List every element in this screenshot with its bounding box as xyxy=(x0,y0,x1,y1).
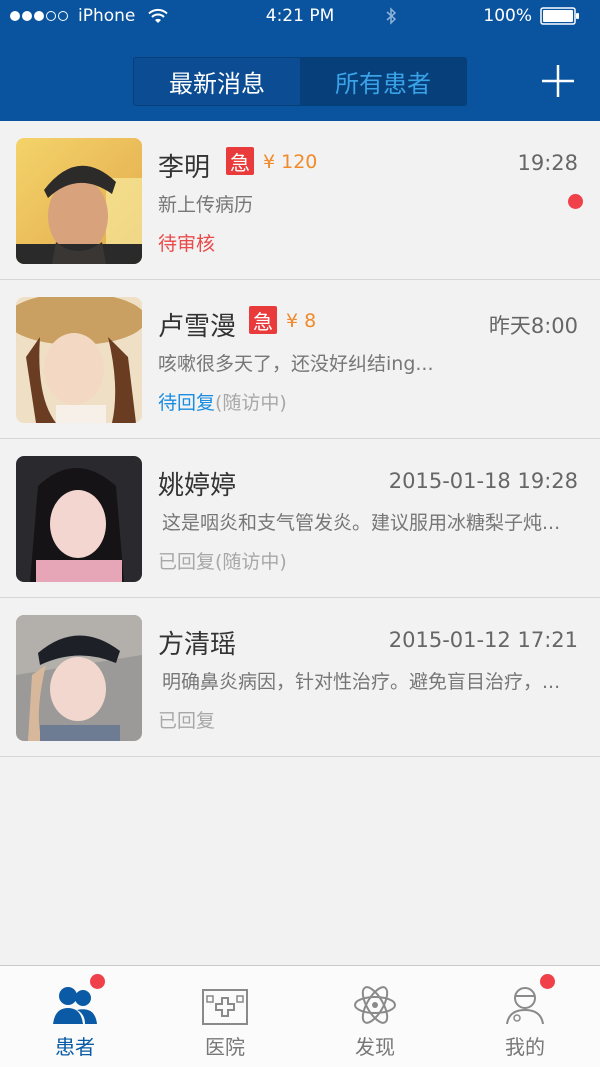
message-preview: 明确鼻炎病因，针对性治疗。避免盲目治疗，... xyxy=(162,671,561,693)
tab-discover[interactable]: 发现 xyxy=(300,966,450,1067)
status-bar: iPhone 4:21 PM 100% xyxy=(0,0,600,34)
tab-bar: 患者 医院 发现 我的 xyxy=(0,965,600,1067)
status-right: 100% xyxy=(483,6,580,26)
consult-price: ¥ 120 xyxy=(263,151,318,173)
message-preview: 这是咽炎和支气管发炎。建议服用冰糖梨子炖... xyxy=(162,512,561,534)
tab-hospital[interactable]: 医院 xyxy=(150,966,300,1067)
message-time: 2015-01-18 19:28 xyxy=(388,469,578,493)
patient-name: 方清瑶 xyxy=(158,630,237,660)
avatar xyxy=(16,456,142,582)
status-extra: (随访中) xyxy=(215,392,287,414)
notification-badge xyxy=(90,974,105,989)
bluetooth-icon xyxy=(386,7,397,25)
battery-icon xyxy=(540,7,579,25)
header: iPhone 4:21 PM 100% 最新消息 所有患者 xyxy=(0,0,600,121)
message-preview: 咳嗽很多天了，还没好纠结ing... xyxy=(158,353,434,375)
status-label: 待回复(随访中) xyxy=(158,388,287,415)
message-preview: 新上传病历 xyxy=(158,194,254,216)
status-label: 已回复 xyxy=(158,710,216,732)
status-pending: 待回复 xyxy=(158,392,216,414)
status-label: 待审核 xyxy=(158,233,216,255)
plus-icon[interactable] xyxy=(540,63,576,99)
notification-badge xyxy=(540,974,555,989)
message-time: 19:28 xyxy=(517,151,578,175)
avatar xyxy=(16,297,142,423)
tab-label: 患者 xyxy=(55,1035,95,1059)
avatar xyxy=(16,138,142,264)
tab-mine[interactable]: 我的 xyxy=(450,966,600,1067)
patient-name: 卢雪漫 xyxy=(158,312,237,342)
tab-latest-messages[interactable]: 最新消息 xyxy=(134,58,300,105)
tab-label: 发现 xyxy=(355,1035,395,1059)
patients-icon xyxy=(53,987,97,1024)
consult-price: ¥ 8 xyxy=(286,310,317,332)
tab-label: 我的 xyxy=(505,1035,545,1059)
patient-list: 李明 急 ¥ 120 19:28 新上传病历 待审核 卢雪漫 急 ¥ 8 昨天8… xyxy=(0,121,600,757)
segmented-control: 最新消息 所有患者 xyxy=(133,57,467,106)
hospital-icon xyxy=(202,989,248,1025)
unread-dot-icon xyxy=(568,194,583,209)
patient-name: 姚婷婷 xyxy=(158,471,237,501)
battery-percent: 100% xyxy=(483,6,532,26)
atom-icon xyxy=(354,986,396,1024)
message-time: 昨天8:00 xyxy=(488,314,578,338)
message-time: 2015-01-12 17:21 xyxy=(388,628,578,652)
list-item[interactable]: 卢雪漫 急 ¥ 8 昨天8:00 咳嗽很多天了，还没好纠结ing... 待回复(… xyxy=(0,280,600,439)
tab-all-patients[interactable]: 所有患者 xyxy=(300,58,466,105)
urgent-badge: 急 xyxy=(226,147,254,175)
avatar xyxy=(16,615,142,741)
patient-name: 李明 xyxy=(158,153,211,183)
list-item[interactable]: 方清瑶 2015-01-12 17:21 明确鼻炎病因，针对性治疗。避免盲目治疗… xyxy=(0,598,600,757)
list-item[interactable]: 姚婷婷 2015-01-18 19:28 这是咽炎和支气管发炎。建议服用冰糖梨子… xyxy=(0,439,600,598)
doctor-icon xyxy=(506,987,544,1025)
tab-label: 医院 xyxy=(205,1035,245,1059)
tab-patients[interactable]: 患者 xyxy=(0,966,150,1067)
list-item[interactable]: 李明 急 ¥ 120 19:28 新上传病历 待审核 xyxy=(0,121,600,280)
status-label: 已回复(随访中) xyxy=(158,551,287,573)
urgent-badge: 急 xyxy=(249,306,277,334)
